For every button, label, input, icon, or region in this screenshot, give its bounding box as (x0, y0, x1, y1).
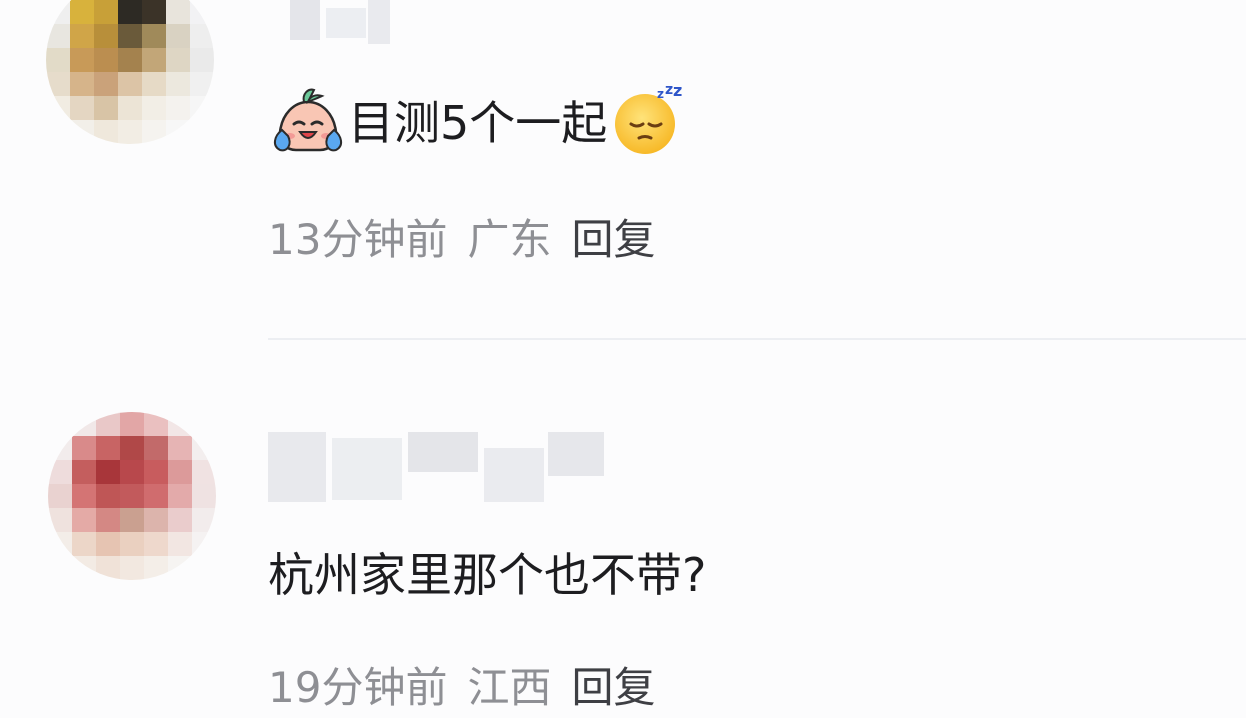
reply-button[interactable]: 回复 (571, 663, 655, 712)
avatar[interactable] (48, 412, 216, 580)
comment-item: 目测5个一起 z z z 13分钟前 广东 回复 (0, 0, 1246, 340)
comment-time: 13分钟前 (268, 215, 448, 264)
comment-location: 广东 (467, 215, 552, 264)
comment-meta: 13分钟前 广东 回复 (268, 206, 655, 267)
svg-text:z: z (673, 81, 682, 100)
comment-text: 目测5个一起 (348, 96, 608, 150)
username-blurred[interactable] (268, 0, 398, 46)
reply-button[interactable]: 回复 (571, 215, 655, 264)
comment-meta: 19分钟前 江西 回复 (268, 654, 655, 715)
username-blurred[interactable] (268, 432, 608, 502)
svg-text:z: z (657, 87, 664, 101)
comment-content: 杭州家里那个也不带? (268, 530, 706, 614)
comment-location: 江西 (467, 663, 552, 712)
avatar[interactable] (46, 0, 214, 144)
comment-content: 目测5个一起 z z z (268, 78, 687, 162)
svg-text:z: z (665, 82, 673, 98)
crying-laughing-peach-icon (268, 80, 348, 160)
comment-text: 杭州家里那个也不带? (268, 548, 707, 602)
comment-time: 19分钟前 (268, 663, 448, 712)
comment-item: 杭州家里那个也不带? 19分钟前 江西 回复 (0, 340, 1246, 718)
sleeping-face-icon: z z z (607, 80, 687, 160)
comment-list: 目测5个一起 z z z 13分钟前 广东 回复 杭州家里那个也不带? 19分钟… (0, 0, 1246, 718)
